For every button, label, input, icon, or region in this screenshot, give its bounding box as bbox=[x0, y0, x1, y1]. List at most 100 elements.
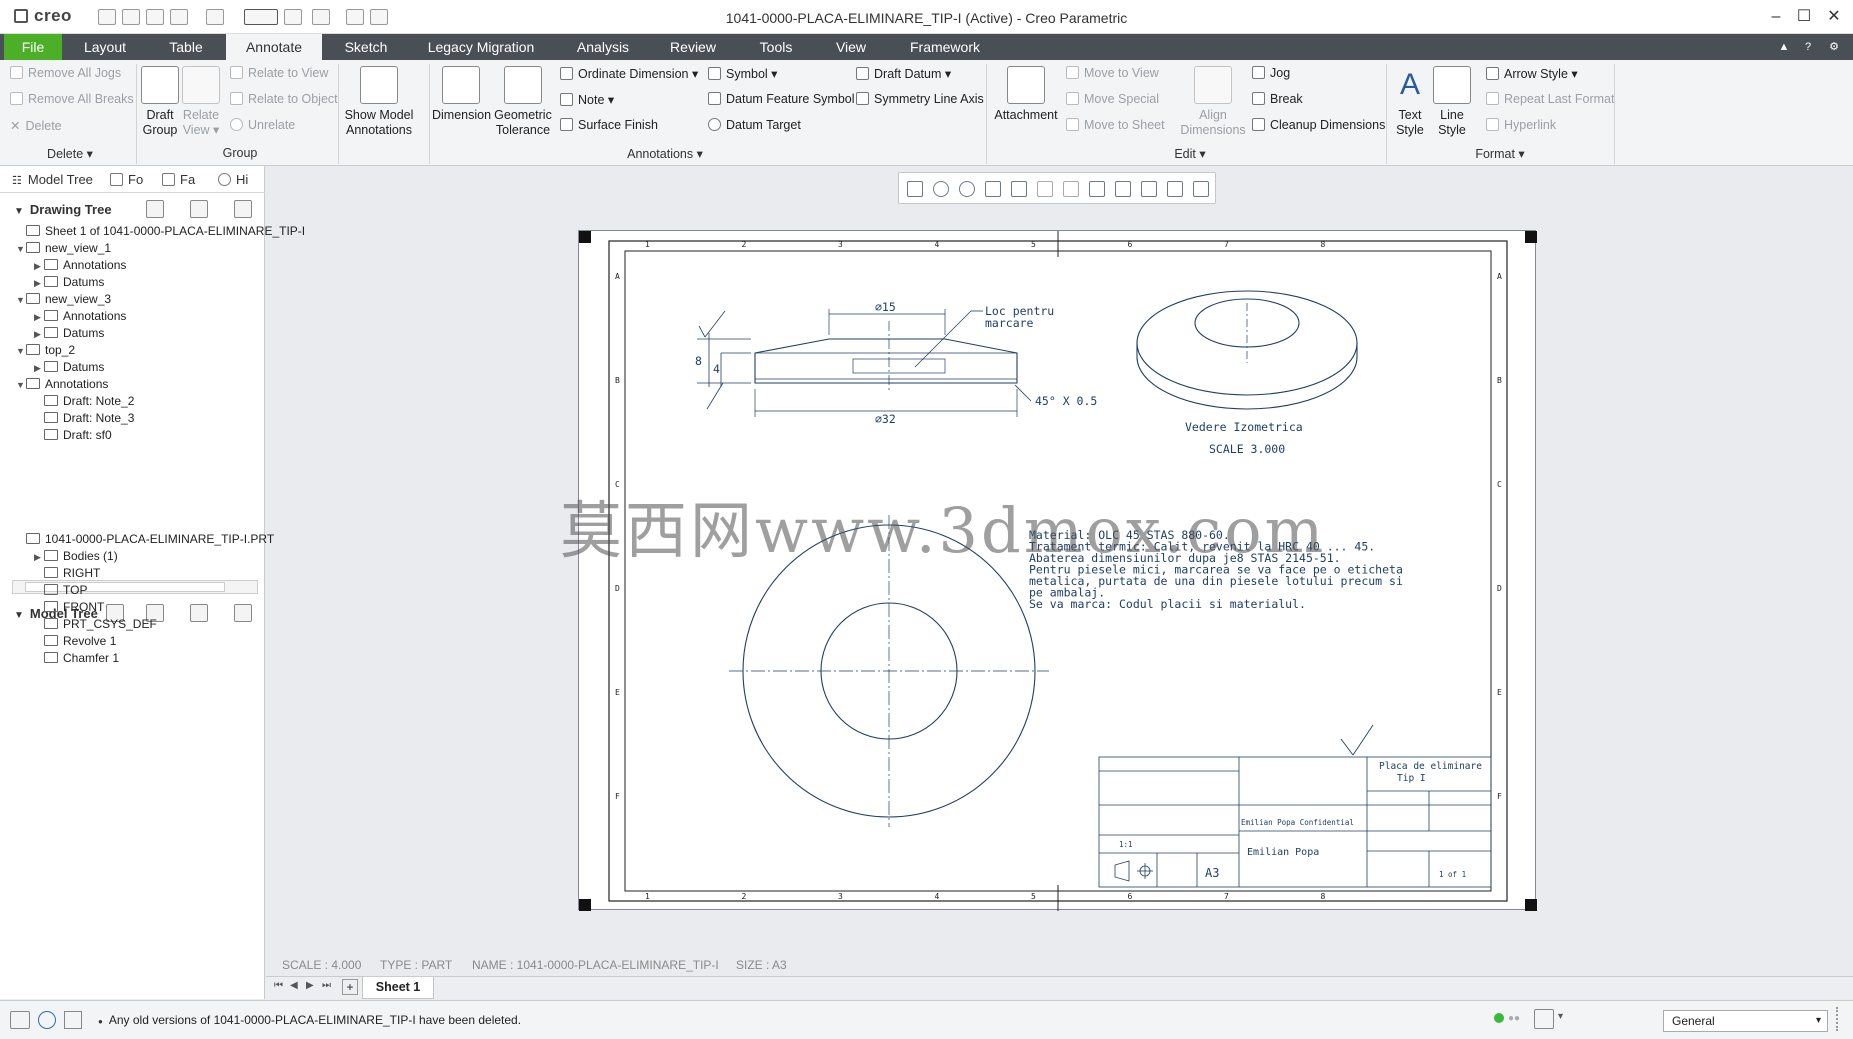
selection-filter[interactable]: General ▾ bbox=[1663, 1010, 1828, 1032]
align-dimensions-button[interactable]: Align Dimensions bbox=[1180, 66, 1246, 138]
drawing-tree-item[interactable]: Draft: Note_2 bbox=[34, 394, 134, 408]
dim-diameter-15[interactable]: ⌀15 bbox=[875, 300, 896, 314]
tab-annotate[interactable]: Annotate bbox=[226, 34, 322, 60]
expand-arrow-icon[interactable]: ▶ bbox=[34, 261, 44, 272]
tree-filter-icon[interactable] bbox=[234, 200, 252, 218]
cleanup-dimensions-button[interactable]: Cleanup Dimensions bbox=[1252, 118, 1385, 132]
zoom-in-icon[interactable] bbox=[933, 181, 949, 197]
tab-tools[interactable]: Tools bbox=[752, 34, 800, 60]
show-model-annotations-button[interactable]: Show Model Annotations bbox=[342, 66, 416, 138]
drawing-sheet[interactable]: 1122334455667788AABBCCDDEEFF ⌀15 ⌀32 8 4… bbox=[578, 230, 1537, 911]
drawing-tree-item[interactable]: ▶ Annotations bbox=[34, 258, 126, 272]
tab-review[interactable]: Review bbox=[664, 34, 722, 60]
navigator-toggle-icon[interactable] bbox=[10, 1011, 30, 1029]
break-button[interactable]: Break bbox=[1252, 92, 1303, 106]
previous-sheet-icon[interactable]: ◀ bbox=[290, 980, 298, 991]
drawing-tree-item[interactable]: ▶ Datums bbox=[34, 275, 104, 289]
tab-favorites[interactable]: Fa bbox=[162, 172, 195, 187]
expand-arrow-icon[interactable]: ▼ bbox=[16, 346, 26, 356]
attachment-button[interactable]: Attachment bbox=[990, 66, 1062, 123]
expand-arrow-icon[interactable]: ▶ bbox=[34, 552, 44, 563]
annotation-display-icon[interactable] bbox=[1115, 181, 1131, 197]
dimension-button[interactable]: Dimension bbox=[432, 66, 491, 123]
note-button[interactable]: Note ▾ bbox=[560, 92, 614, 107]
display-style-icon[interactable] bbox=[1011, 181, 1027, 197]
model-tree-item[interactable]: Chamfer 1 bbox=[34, 651, 119, 665]
minimize-ribbon-icon[interactable]: ▲ bbox=[1776, 34, 1792, 60]
drawing-tree-item[interactable]: ▼ Annotations bbox=[16, 377, 108, 391]
draft-datum-button[interactable]: Draft Datum ▾ bbox=[856, 66, 951, 81]
model-tree-item[interactable]: RIGHT bbox=[34, 566, 100, 580]
line-style-button[interactable]: Line Style bbox=[1432, 66, 1472, 138]
unrelate-button[interactable]: Unrelate bbox=[230, 118, 295, 132]
drawing-tree-item[interactable]: Draft: sf0 bbox=[34, 428, 112, 442]
model-tree-filter-icon[interactable] bbox=[234, 604, 252, 622]
isometric-scale-label[interactable]: SCALE 3.000 bbox=[1209, 442, 1285, 456]
geometric-tolerance-button[interactable]: Geometric Tolerance bbox=[492, 66, 554, 138]
chamfer-note[interactable]: 45° X 0.5 bbox=[1035, 394, 1097, 408]
drawing-tree-header[interactable]: ▼ Drawing Tree bbox=[14, 202, 112, 217]
zoom-out-icon[interactable] bbox=[959, 181, 975, 197]
tab-legacy-migration[interactable]: Legacy Migration bbox=[422, 34, 540, 60]
settings-icon[interactable]: ⚙ bbox=[1826, 34, 1842, 60]
expand-arrow-icon[interactable]: ▼ bbox=[16, 380, 26, 390]
delete-button[interactable]: ✕ Delete bbox=[10, 118, 62, 133]
minimize-button[interactable]: – bbox=[1762, 6, 1790, 28]
annotations-group-label[interactable]: Annotations ▾ bbox=[600, 146, 730, 161]
tab-view[interactable]: View bbox=[830, 34, 872, 60]
tree-settings-icon[interactable] bbox=[146, 200, 164, 218]
maximize-button[interactable]: ☐ bbox=[1790, 6, 1818, 28]
add-sheet-button[interactable]: + bbox=[342, 979, 358, 995]
plane-tag-icon[interactable] bbox=[1141, 181, 1157, 197]
first-sheet-icon[interactable]: ⏮ bbox=[274, 980, 283, 991]
last-sheet-icon[interactable]: ⏭ bbox=[322, 980, 331, 991]
isometric-view-label[interactable]: Vedere Izometrica bbox=[1185, 420, 1303, 434]
model-tree-item[interactable]: PRT_CSYS_DEF bbox=[34, 617, 157, 631]
remove-all-jogs-button[interactable]: Remove All Jogs bbox=[10, 66, 121, 80]
dim-height-4[interactable]: 4 bbox=[713, 362, 720, 376]
note-marcare[interactable]: marcare bbox=[985, 316, 1034, 330]
arrow-style-button[interactable]: Arrow Style ▾ bbox=[1486, 66, 1578, 81]
refit-icon[interactable] bbox=[907, 181, 923, 197]
expand-arrow-icon[interactable]: ▶ bbox=[34, 278, 44, 289]
regeneration-status-icon[interactable] bbox=[1494, 1013, 1504, 1023]
move-special-button[interactable]: Move Special bbox=[1066, 92, 1159, 106]
close-button[interactable]: ✕ bbox=[1820, 6, 1848, 28]
relate-to-view-button[interactable]: Relate to View bbox=[230, 66, 328, 80]
ordinate-dimension-button[interactable]: Ordinate Dimension ▾ bbox=[560, 66, 698, 81]
model-tree-item[interactable]: Revolve 1 bbox=[34, 634, 116, 648]
model-tree-item[interactable]: 1041-0000-PLACA-ELIMINARE_TIP-I.PRT bbox=[16, 532, 274, 546]
tab-history[interactable]: Hi bbox=[218, 172, 248, 187]
edit-group-label[interactable]: Edit ▾ bbox=[1150, 146, 1230, 161]
model-tree-item[interactable]: TOP bbox=[34, 583, 87, 597]
drawing-tree-item[interactable]: ▼ new_view_1 bbox=[16, 241, 111, 255]
tab-layout[interactable]: Layout bbox=[72, 34, 138, 60]
drawing-tree-item[interactable]: Draft: Note_3 bbox=[34, 411, 134, 425]
symmetry-line-axis-button[interactable]: Symmetry Line Axis bbox=[856, 92, 984, 106]
drawing-tree-item[interactable]: ▶ Annotations bbox=[34, 309, 126, 323]
tab-sketch[interactable]: Sketch bbox=[336, 34, 396, 60]
model-tree-show-icon[interactable] bbox=[190, 604, 208, 622]
drawing-tree-item[interactable]: Sheet 1 of 1041-0000-PLACA-ELIMINARE_TIP… bbox=[16, 224, 305, 238]
relate-to-object-button[interactable]: Relate to Object bbox=[230, 92, 338, 106]
find-icon[interactable] bbox=[1534, 1009, 1554, 1029]
dim-diameter-32[interactable]: ⌀32 bbox=[875, 412, 896, 426]
saved-views-icon[interactable] bbox=[1037, 181, 1053, 197]
remove-all-breaks-button[interactable]: Remove All Breaks bbox=[10, 92, 134, 106]
tab-framework[interactable]: Framework bbox=[902, 34, 988, 60]
move-to-view-button[interactable]: Move to View bbox=[1066, 66, 1159, 80]
expand-arrow-icon[interactable]: ▶ bbox=[34, 329, 44, 340]
datum-target-button[interactable]: Datum Target bbox=[708, 118, 801, 132]
help-icon[interactable]: ? bbox=[1800, 34, 1816, 60]
browser-toggle-icon[interactable] bbox=[38, 1011, 56, 1029]
repeat-last-format-button[interactable]: Repeat Last Format bbox=[1486, 92, 1614, 106]
drawing-tree-item[interactable]: ▼ new_view_3 bbox=[16, 292, 111, 306]
repaint-icon[interactable] bbox=[985, 181, 1001, 197]
hyperlink-button[interactable]: Hyperlink bbox=[1486, 118, 1556, 132]
tab-model-tree[interactable]: ☷ Model Tree bbox=[12, 172, 93, 187]
tab-table[interactable]: Table bbox=[160, 34, 212, 60]
relate-view-button[interactable]: Relate View ▾ bbox=[182, 66, 220, 138]
fullscreen-icon[interactable] bbox=[64, 1011, 82, 1029]
symbol-button[interactable]: Symbol ▾ bbox=[708, 66, 777, 81]
format-group-label[interactable]: Format ▾ bbox=[1460, 146, 1540, 161]
